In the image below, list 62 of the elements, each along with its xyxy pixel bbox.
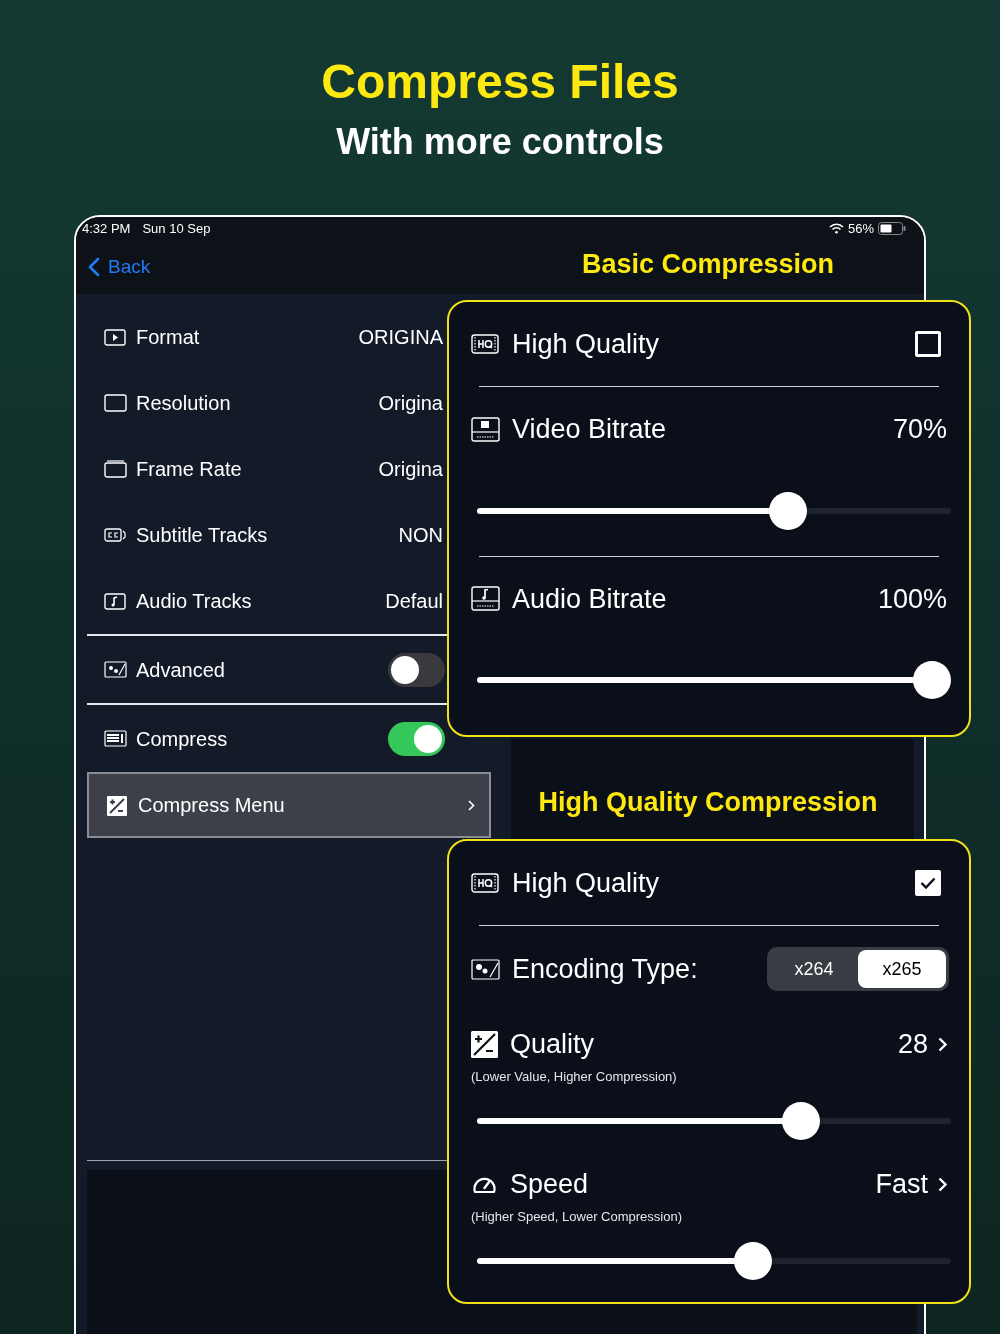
setting-label: Frame Rate <box>136 457 243 482</box>
back-button[interactable]: Back <box>88 252 151 282</box>
chevron-left-icon <box>88 257 100 277</box>
music-frame-icon <box>104 590 127 612</box>
frame-icon <box>104 392 127 414</box>
checkbox[interactable] <box>915 331 941 357</box>
setting-value[interactable]: Origina <box>378 454 443 484</box>
hq-icon <box>471 333 500 355</box>
setting-label: Audio Tracks <box>136 589 253 614</box>
option-label: High Quality <box>512 327 661 361</box>
value-button[interactable]: 28 <box>897 1024 947 1065</box>
status-time: 4:32 PM <box>82 219 131 238</box>
setting-value[interactable]: NON <box>398 520 443 550</box>
video-bitrate-icon <box>471 416 500 442</box>
hint-text: (Lower Value, Higher Compression) <box>471 1067 678 1086</box>
setting-value[interactable]: ORIGINA <box>358 322 443 352</box>
option-label: Audio Bitrate <box>512 582 668 616</box>
slider[interactable] <box>477 1102 951 1140</box>
setting-label: Format <box>136 325 201 350</box>
audio-bitrate-icon <box>471 586 500 612</box>
setting-value[interactable]: Defaul <box>385 586 443 616</box>
setting-value[interactable]: Origina <box>378 388 443 418</box>
option-label: Video Bitrate <box>512 413 668 446</box>
setting-label: Compress <box>136 726 229 752</box>
segment-tab[interactable]: x265 <box>858 950 946 988</box>
frame-icon <box>104 458 127 480</box>
exposure-icon <box>106 794 129 816</box>
chevron-right-icon <box>938 1176 947 1192</box>
option-label: High Quality <box>512 866 661 900</box>
value-button[interactable]: Fast <box>875 1164 947 1205</box>
option-label: Quality <box>510 1028 596 1061</box>
subheadline: With more controls <box>336 120 664 164</box>
setting-label: Advanced <box>136 657 226 683</box>
chevron-right-icon <box>468 799 475 811</box>
setting-label: Resolution <box>136 391 232 416</box>
section-caption: Basic Compression <box>581 248 835 281</box>
battery-percent: 56% <box>847 219 874 238</box>
hint-text: (Higher Speed, Lower Compression) <box>471 1207 683 1226</box>
checkbox[interactable] <box>915 870 941 896</box>
toggle-switch[interactable] <box>388 652 445 687</box>
exposure-icon <box>471 1030 498 1058</box>
checkmark-icon <box>920 877 936 889</box>
headline: Compress Files <box>321 54 679 110</box>
wifi-icon <box>828 223 844 234</box>
option-label: Encoding Type: <box>512 952 699 986</box>
menu-row[interactable]: Compress Menu <box>87 772 491 838</box>
value-reading: 100% <box>877 582 947 616</box>
segment-tab[interactable]: x264 <box>770 950 858 988</box>
setting-label: Subtitle Tracks <box>136 523 269 548</box>
toggle-switch[interactable] <box>388 721 445 756</box>
status-date: Sun 10 Sep <box>142 219 211 238</box>
hq-icon <box>471 872 500 894</box>
value-reading: 70% <box>892 413 947 446</box>
option-label: Speed <box>510 1168 590 1201</box>
slider[interactable] <box>477 661 951 699</box>
list-icon <box>104 728 127 749</box>
slider[interactable] <box>477 1242 951 1280</box>
slider[interactable] <box>477 491 951 530</box>
battery-icon <box>878 222 906 235</box>
play-frame-icon <box>104 326 127 348</box>
section-caption: High Quality Compression <box>538 786 878 819</box>
chevron-right-icon <box>938 1036 947 1052</box>
